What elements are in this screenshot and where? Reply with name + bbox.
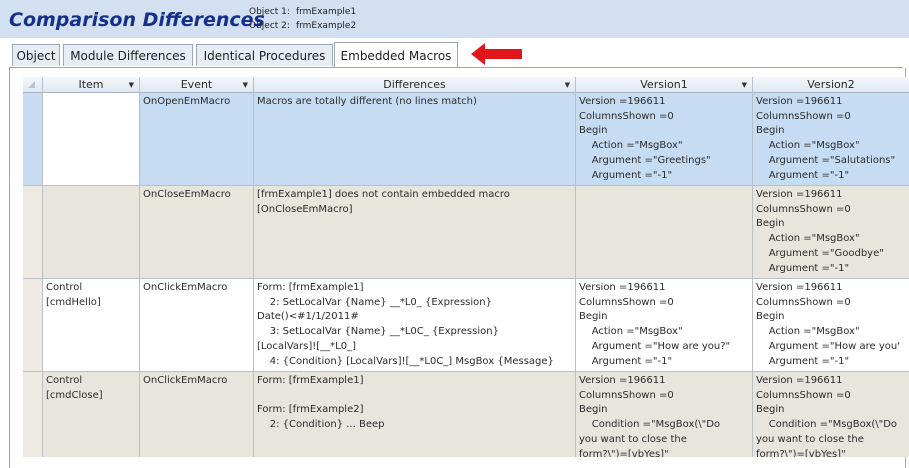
differences-cell[interactable]: [frmExample1] does not contain embedded … — [254, 186, 576, 279]
select-all-corner[interactable] — [23, 77, 43, 93]
tab-embedded-macros[interactable]: Embedded Macros — [334, 42, 458, 68]
object1-label: Object 1: — [249, 7, 290, 17]
chevron-down-icon[interactable]: ▼ — [565, 77, 570, 92]
version2-cell[interactable]: Version =196611 ColumnsShown =0 Begin Ac… — [753, 186, 909, 279]
object-info: Object 1: frmExample1 Object 2: frmExample… — [249, 5, 356, 33]
object1-value: frmExample1 — [295, 7, 357, 17]
column-header-differences-label: Differences — [383, 78, 446, 91]
event-cell[interactable]: OnClickEmMacro — [140, 279, 254, 372]
version2-cell[interactable]: Version =196611 ColumnsShown =0 Begin Co… — [753, 372, 909, 457]
version1-cell[interactable]: Version =196611 ColumnsShown =0 Begin Ac… — [576, 93, 753, 186]
object2-line: Object 2: frmExample2 — [249, 19, 356, 33]
row-selector[interactable] — [23, 93, 43, 186]
object2-label: Object 2: — [249, 21, 290, 31]
column-header-version1-label: Version1 — [640, 78, 688, 91]
version1-cell[interactable] — [576, 186, 753, 279]
object2-value: frmExample2 — [295, 21, 357, 31]
chevron-down-icon[interactable]: ▼ — [243, 77, 248, 92]
item-cell[interactable] — [43, 93, 140, 186]
table-row[interactable]: Control [cmdClose] OnClickEmMacro Form: … — [23, 372, 909, 457]
row-selector[interactable] — [23, 372, 43, 457]
event-cell[interactable]: OnCloseEmMacro — [140, 186, 254, 279]
version1-cell[interactable]: Version =196611 ColumnsShown =0 Begin Ac… — [576, 279, 753, 372]
column-header-version2-label: Version2 — [807, 78, 855, 91]
object1-line: Object 1: frmExample1 — [249, 5, 356, 19]
tab-module-differences[interactable]: Module Differences — [63, 44, 193, 66]
version2-cell[interactable]: Version =196611 ColumnsShown =0 Begin Ac… — [753, 93, 909, 186]
column-header-event[interactable]: Event ▼ — [140, 77, 254, 93]
column-header-differences[interactable]: Differences ▼ — [254, 77, 576, 93]
table-row[interactable]: OnOpenEmMacro Macros are totally differe… — [23, 93, 909, 186]
column-header-version1[interactable]: Version1 ▼ — [576, 77, 753, 93]
differences-table: Item ▼ Event ▼ Differences ▼ Version1 ▼ Vers… — [23, 77, 909, 457]
item-cell[interactable]: Control [cmdHello] — [43, 279, 140, 372]
tab-object[interactable]: Object — [12, 44, 60, 66]
version1-cell[interactable]: Version =196611 ColumnsShown =0 Begin Co… — [576, 372, 753, 457]
item-cell[interactable] — [43, 186, 140, 279]
row-selector[interactable] — [23, 186, 43, 279]
column-header-item[interactable]: Item ▼ — [43, 77, 140, 93]
column-header-event-label: Event — [180, 78, 213, 91]
version2-cell[interactable]: Version =196611 ColumnsShown =0 Begin Ac… — [753, 279, 909, 372]
column-header-version2[interactable]: Version2 — [753, 77, 909, 93]
event-cell[interactable]: OnOpenEmMacro — [140, 93, 254, 186]
chevron-down-icon[interactable]: ▼ — [742, 77, 747, 92]
page-title: Comparison Differences — [9, 9, 265, 31]
differences-cell[interactable]: Form: [frmExample1] 2: SetLocalVar {Name… — [254, 279, 576, 372]
results-panel: Item ▼ Event ▼ Differences ▼ Version1 ▼ Vers… — [9, 68, 909, 468]
differences-cell[interactable]: Form: [frmExample1] Form: [frmExample2] … — [254, 372, 576, 457]
chevron-down-icon[interactable]: ▼ — [129, 77, 134, 92]
differences-cell[interactable]: Macros are totally different (no lines m… — [254, 93, 576, 186]
red-arrow-icon — [471, 43, 522, 65]
row-selector[interactable] — [23, 279, 43, 372]
column-header-item-label: Item — [78, 78, 104, 91]
table-row[interactable]: OnCloseEmMacro [frmExample1] does not co… — [23, 186, 909, 279]
title-bar: Comparison Differences Object 1: frmExamp… — [0, 0, 909, 38]
item-cell[interactable]: Control [cmdClose] — [43, 372, 140, 457]
table-row[interactable]: Control [cmdHello] OnClickEmMacro Form: … — [23, 279, 909, 372]
tab-identical-procedures[interactable]: Identical Procedures — [196, 44, 333, 66]
event-cell[interactable]: OnClickEmMacro — [140, 372, 254, 457]
tab-strip: Object Module Differences Identical Proc… — [0, 38, 909, 68]
